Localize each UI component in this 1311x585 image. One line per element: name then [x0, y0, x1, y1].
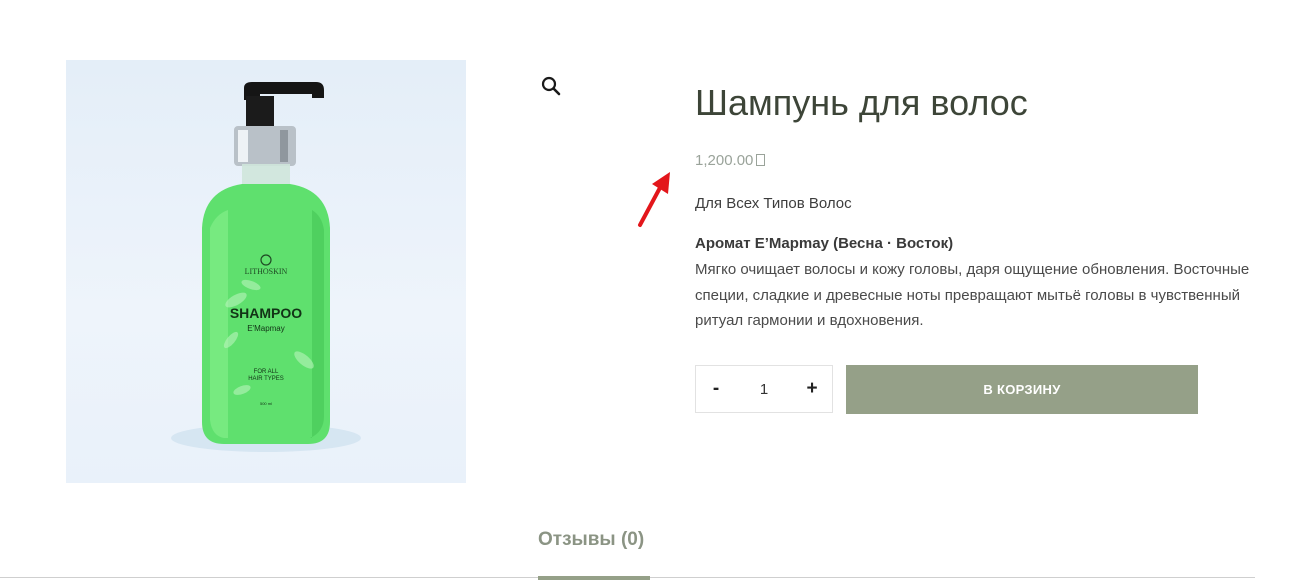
red-arrow-icon	[638, 172, 670, 227]
shampoo-bottle-illustration: LITHOSKIN SHAMPOO E'Mapmay FOR ALL HAIR …	[171, 82, 361, 452]
bottle-line-1: FOR ALL	[254, 369, 279, 375]
bottle-brand: LITHOSKIN	[245, 267, 288, 276]
bottle-scent: E'Mapmay	[247, 324, 285, 333]
product-price: 1,200.00	[695, 152, 766, 169]
currency-glyph-icon	[756, 154, 766, 166]
price-value: 1,200.00	[695, 152, 754, 169]
quantity-stepper: - +	[695, 365, 833, 413]
tab-reviews[interactable]: Отзывы (0)	[538, 529, 644, 551]
product-title: Шампунь для волос	[695, 82, 1028, 123]
decrease-quantity-button[interactable]: -	[696, 366, 736, 412]
quantity-input[interactable]	[736, 374, 792, 404]
magnifier-icon	[541, 76, 561, 96]
product-subtitle: Для Всех Типов Волос	[695, 195, 852, 212]
bottle-line-2: HAIR TYPES	[248, 376, 284, 382]
product-description: Мягко очищает волосы и кожу головы, даря…	[695, 261, 1250, 329]
product-aroma: Аромат E’Mapmay (Весна · Восток)	[695, 235, 954, 252]
product-image[interactable]: LITHOSKIN SHAMPOO E'Mapmay FOR ALL HAIR …	[66, 60, 466, 483]
bottle-title: SHAMPOO	[230, 305, 302, 321]
bottle-volume: 500 ml	[260, 401, 272, 406]
increase-quantity-button[interactable]: +	[792, 366, 832, 412]
active-tab-indicator	[538, 576, 650, 580]
add-to-cart-button[interactable]: В КОРЗИНУ	[846, 365, 1198, 414]
zoom-button[interactable]	[540, 75, 562, 97]
